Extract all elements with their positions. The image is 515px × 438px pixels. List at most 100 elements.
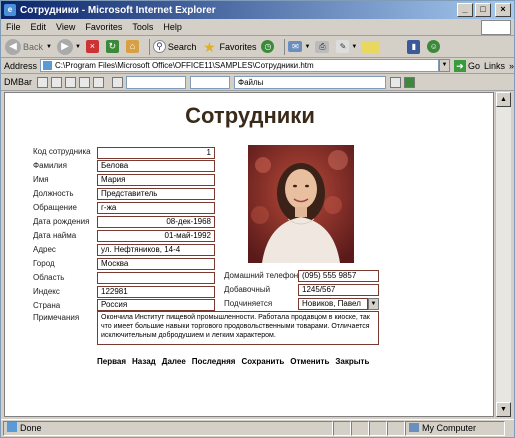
close-button[interactable]: × [495,3,511,17]
search-button[interactable]: ⚲ Search [152,40,197,53]
scroll-up-icon[interactable]: ▲ [496,92,511,107]
mail-icon: ✉ [288,41,303,52]
browser-window: e Сотрудники - Microsoft Internet Explor… [0,0,515,438]
last-record-button[interactable]: Последняя [192,357,236,366]
title-field[interactable]: Представитель [97,188,215,200]
address-dropdown[interactable]: ▼ [438,59,450,72]
save-button[interactable]: Сохранить [241,357,284,366]
scroll-down-icon[interactable]: ▼ [496,402,511,417]
notes-textarea[interactable]: Окончила Институт пищевой промышленности… [97,311,379,345]
menu-bar: File Edit View Favorites Tools Help [1,19,514,36]
home-phone-field[interactable]: (095) 555 9857 [298,270,379,282]
favorites-button[interactable]: ★ Favorites [201,39,256,55]
menu-tools[interactable]: Tools [127,22,158,32]
minimize-button[interactable]: _ [457,3,473,17]
dm-tool-icon[interactable] [37,76,49,88]
dmbar-label: DMBar [4,77,33,87]
first-name-field[interactable]: Мария [97,174,215,186]
page-content: Сотрудники Код сотрудника 1 Фамилия Бело… [4,92,494,417]
dm-tool-icon[interactable] [51,76,63,88]
dm-tool-icon[interactable] [112,76,124,88]
go-label: Go [467,60,480,71]
reports-to-select[interactable]: Новиков, Павел [298,298,368,310]
home-icon: ⌂ [125,40,139,53]
previous-record-button[interactable]: Назад [132,357,156,366]
go-button[interactable]: ➜ Go [453,59,480,72]
field-label: Обращение [33,203,77,212]
maximize-button[interactable]: □ [475,3,491,17]
stop-icon: × [85,40,99,53]
stop-button[interactable]: × [85,40,101,53]
dm-tool-icon[interactable] [79,76,91,88]
courtesy-field[interactable]: г-жа [97,202,215,214]
search-label: Search [167,41,197,52]
dm-tool-icon[interactable] [93,76,105,88]
next-record-button[interactable]: Далее [162,357,186,366]
close-page-button[interactable]: Закрыть [335,357,369,366]
field-label: Фамилия [33,161,67,170]
extension-field[interactable]: 1245/567 [298,284,379,296]
first-record-button[interactable]: Первая [97,357,126,366]
page-icon [43,61,53,70]
dm-tool-icon[interactable] [390,76,402,88]
printer-icon: ⎙ [315,40,330,53]
birth-date-field[interactable]: 08-дек-1968 [97,216,215,228]
status-bar: Done My Computer [1,419,514,437]
address-input[interactable]: C:\Program Files\Microsoft Office\OFFICE… [40,59,439,72]
go-arrow-icon: ➜ [453,59,466,72]
chevron-down-icon[interactable]: ▼ [368,298,379,310]
employee-id-field[interactable]: 1 [97,147,215,159]
address-field[interactable]: ул. Нефтяников, 14-4 [97,244,215,256]
discuss-button[interactable] [362,40,382,53]
field-label: Добавочный [224,285,271,294]
title-bar: e Сотрудники - Microsoft Internet Explor… [1,1,514,19]
vertical-scrollbar[interactable]: ▲ ▼ [495,92,511,417]
country-field[interactable]: Россия [97,299,215,311]
edit-button[interactable]: ✎ ▼ [336,40,357,53]
messenger-button[interactable]: ☺ [427,40,442,53]
mail-button[interactable]: ✉ ▼ [288,41,310,52]
back-button[interactable]: ◀ Back ▼ [5,38,52,55]
undo-button[interactable]: Отменить [290,357,329,366]
menu-file[interactable]: File [1,22,26,32]
dm-combo-1[interactable] [126,75,187,89]
home-button[interactable]: ⌂ [125,40,141,53]
favorites-label: Favorites [219,41,257,52]
menu-view[interactable]: View [51,22,80,32]
field-label: Область [33,273,65,282]
notes-text: Окончила Институт пищевой промышленности… [101,314,370,339]
refresh-button[interactable]: ↻ [105,40,121,53]
dm-bar: DMBar Файлы [1,74,514,91]
links-chevron-icon[interactable]: » [509,61,514,71]
ie-icon: e [4,4,16,16]
dm-files-combo[interactable]: Файлы [234,75,387,89]
zone-text: My Computer [422,423,477,433]
field-label: Дата рождения [33,217,90,226]
history-icon: ◷ [261,40,275,53]
postal-code-field[interactable]: 122981 [97,286,215,298]
menu-edit[interactable]: Edit [26,22,52,32]
last-name-field[interactable]: Белова [97,160,215,172]
windows-logo-icon [481,19,511,35]
print-button[interactable]: ⎙ [315,40,331,53]
city-field[interactable]: Москва [97,258,215,270]
region-field[interactable] [97,272,215,284]
dm-tool-icon[interactable] [65,76,77,88]
forward-button[interactable]: ▶ ▼ [56,38,81,55]
zone-pane: My Computer [405,421,505,436]
hire-date-field[interactable]: 01-май-1992 [97,230,215,242]
field-label: Имя [33,175,49,184]
dm-down-arrow-icon[interactable] [404,76,416,88]
history-button[interactable]: ◷ [261,40,276,53]
back-arrow-icon: ◀ [5,38,21,55]
forward-arrow-icon: ▶ [56,38,73,55]
record-navigation: Первая Назад Далее Последняя Сохранить О… [97,357,375,366]
links-button[interactable]: Links [484,61,505,71]
menu-help[interactable]: Help [158,22,187,32]
discuss-icon [362,40,381,53]
dm-combo-2[interactable] [190,75,231,89]
research-button[interactable]: ▮ [407,39,422,54]
field-label: Подчиняется [224,299,273,308]
page-title: Сотрудники [185,103,315,128]
menu-favorites[interactable]: Favorites [80,22,127,32]
